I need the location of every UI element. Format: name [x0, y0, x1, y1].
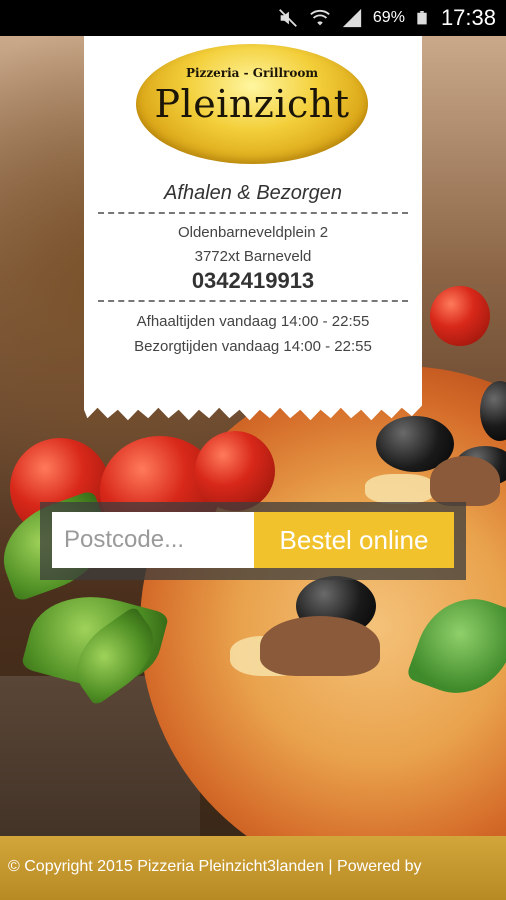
divider — [98, 212, 408, 214]
footer-copyright: © Copyright 2015 Pizzeria Pleinzicht3lan… — [8, 858, 422, 875]
battery-percent: 69% — [372, 9, 405, 26]
address-postal-city: 3772xt Barneveld — [194, 248, 312, 265]
mute-icon — [279, 9, 297, 27]
restaurant-info-card: Pizzeria - Grillroom Pleinzicht Afhalen … — [84, 36, 422, 421]
status-bar: 69% 17:38 — [0, 0, 506, 36]
order-online-button[interactable]: Bestel online — [254, 512, 454, 568]
tomato — [430, 286, 490, 346]
pickup-hours: Afhaaltijden vandaag 14:00 - 22:55 — [136, 313, 370, 330]
logo-name: Pleinzicht — [154, 82, 350, 126]
delivery-hours: Bezorgtijden vandaag 14:00 - 22:55 — [134, 338, 372, 355]
postcode-input[interactable] — [52, 512, 254, 568]
wifi-icon — [310, 9, 330, 26]
divider — [98, 300, 408, 302]
battery-icon — [417, 11, 427, 25]
cheese — [365, 474, 435, 504]
service-subtitle: Afhalen & Bezorgen — [164, 182, 342, 204]
mushroom — [430, 456, 500, 506]
logo-tagline: Pizzeria - Grillroom — [185, 66, 319, 80]
address-street: Oldenbarneveldplein 2 — [177, 224, 329, 241]
footer: © Copyright 2015 Pizzeria Pleinzicht3lan… — [0, 836, 506, 900]
phone-number[interactable]: 0342419913 — [84, 268, 422, 294]
tomato — [195, 431, 275, 511]
clock: 17:38 — [440, 5, 496, 30]
signal-icon — [342, 8, 362, 28]
order-form: Bestel online — [40, 502, 466, 580]
restaurant-logo[interactable]: Pizzeria - Grillroom Pleinzicht — [136, 44, 368, 164]
mushroom — [260, 616, 380, 676]
